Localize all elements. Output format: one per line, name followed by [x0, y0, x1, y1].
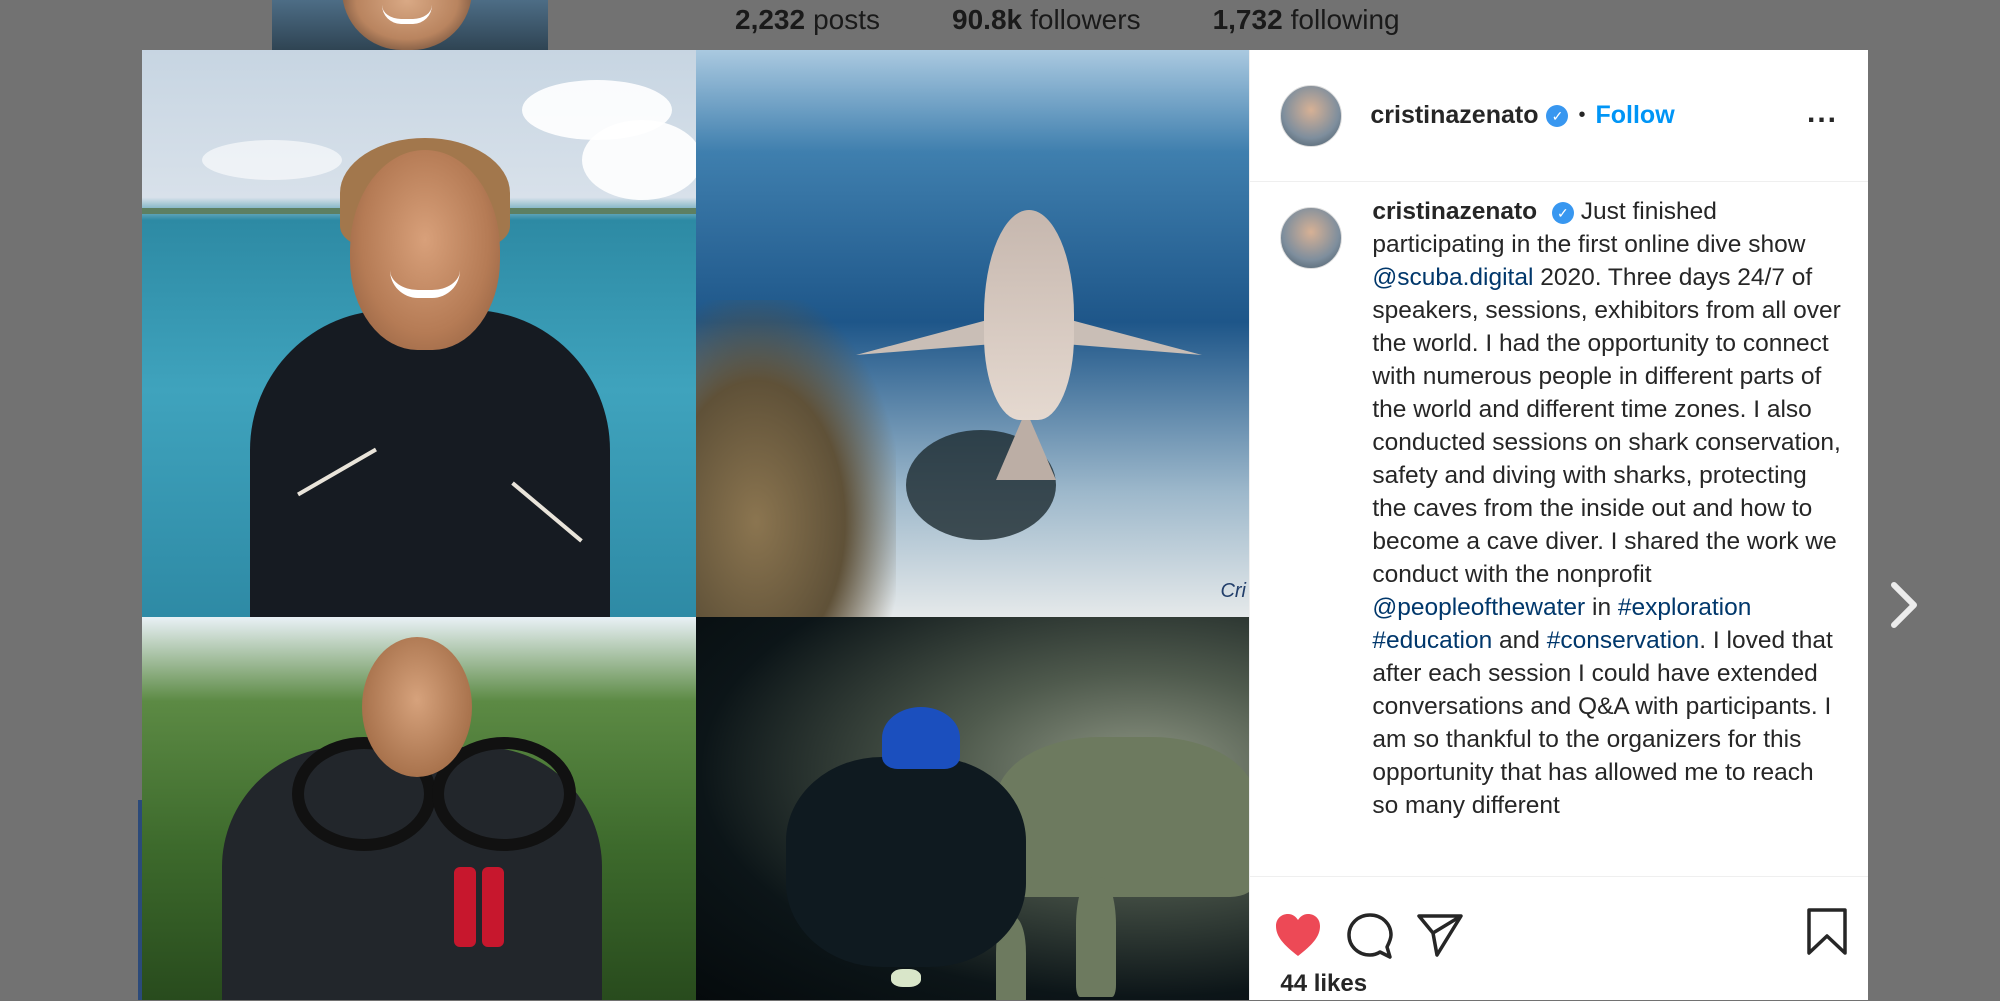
- photo-diver-at-sea: [142, 50, 696, 617]
- paper-plane-icon[interactable]: [1416, 912, 1464, 958]
- face: [362, 637, 472, 777]
- post-side-panel: cristinazenato ✓ • Follow ... cristinaze…: [1249, 50, 1868, 1000]
- cloud: [202, 140, 342, 180]
- stat-posts[interactable]: 2,232 posts: [735, 4, 880, 36]
- chevron-right-icon[interactable]: [1884, 580, 1924, 630]
- diver: [786, 757, 1026, 967]
- face: [350, 150, 500, 350]
- post-modal: Cri cristinazenato ✓ • Follow ... cristi…: [142, 50, 1868, 1000]
- author-avatar[interactable]: [1280, 84, 1343, 147]
- photo-diver-with-rebreather: [142, 617, 696, 1000]
- post-media[interactable]: Cri: [142, 50, 1250, 1000]
- red-canister: [454, 867, 476, 947]
- photo-shark-over-reef: Cri: [696, 50, 1250, 617]
- blue-helmet: [882, 707, 960, 769]
- cloud: [582, 120, 696, 200]
- followers-label: followers: [1030, 4, 1141, 35]
- followers-count: 90.8k: [952, 4, 1023, 35]
- caption-segment: 2020. Three days 24/7 of speakers, sessi…: [1372, 264, 1841, 588]
- shark: [984, 210, 1074, 420]
- hashtag-link[interactable]: #education: [1372, 627, 1492, 654]
- bookmark-icon[interactable]: [1806, 907, 1848, 957]
- comment-icon[interactable]: [1346, 912, 1394, 960]
- cave-rock: [996, 737, 1250, 897]
- follow-button[interactable]: Follow: [1595, 101, 1674, 130]
- hashtag-link[interactable]: #conservation: [1547, 627, 1700, 654]
- caption-segment: . I loved that after each session I coul…: [1372, 627, 1833, 819]
- photo-cave-diver: [696, 617, 1250, 1000]
- posts-count: 2,232: [735, 4, 806, 35]
- shark-right-fin: [1052, 315, 1202, 355]
- stat-following[interactable]: 1,732 following: [1213, 4, 1400, 36]
- coral-reef: [696, 300, 896, 617]
- following-count: 1,732: [1212, 4, 1283, 35]
- heart-icon[interactable]: [1274, 912, 1322, 958]
- stat-followers[interactable]: 90.8k followers: [952, 4, 1141, 36]
- profile-stats: 2,232 posts 90.8k followers 1,732 following: [735, 0, 1400, 40]
- verified-badge-icon: ✓: [1546, 104, 1569, 127]
- wetsuit: [250, 310, 610, 617]
- post-header: cristinazenato ✓ • Follow ...: [1250, 50, 1868, 182]
- profile-avatar-background: [272, 0, 548, 50]
- caption-username[interactable]: cristinazenato: [1372, 198, 1537, 225]
- posts-label: posts: [813, 4, 881, 35]
- mention-link[interactable]: @peopleofthewater: [1372, 594, 1585, 621]
- hashtag-link[interactable]: #exploration: [1618, 594, 1751, 621]
- caption-area[interactable]: cristinazenato ✓ Just finished participa…: [1280, 195, 1848, 925]
- stalagmite: [1076, 877, 1116, 997]
- separator-dot: •: [1578, 104, 1586, 126]
- red-canister: [482, 867, 504, 947]
- likes-count[interactable]: 44 likes: [1280, 970, 1367, 998]
- mention-link[interactable]: @scuba.digital: [1372, 264, 1533, 291]
- caption-segment: and: [1492, 627, 1547, 654]
- photo-watermark: Cri: [1220, 580, 1246, 602]
- dive-light: [891, 969, 921, 987]
- caption-author-avatar[interactable]: [1280, 207, 1343, 269]
- caption-text: cristinazenato ✓ Just finished participa…: [1372, 195, 1842, 925]
- post-actions: 44 likes: [1250, 876, 1868, 1001]
- more-options-icon[interactable]: ...: [1807, 96, 1838, 130]
- verified-badge-icon: ✓: [1551, 201, 1574, 224]
- author-username[interactable]: cristinazenato: [1370, 101, 1538, 130]
- caption-segment: in: [1585, 594, 1618, 621]
- following-label: following: [1290, 4, 1400, 35]
